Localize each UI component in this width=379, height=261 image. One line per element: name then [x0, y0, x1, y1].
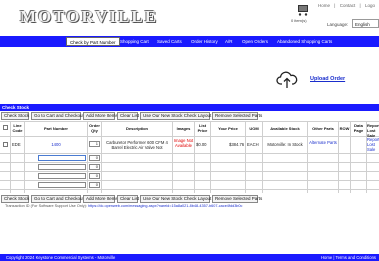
available-stock: Motorville: In Stock	[267, 142, 303, 147]
row-checkbox[interactable]	[3, 142, 8, 147]
alternate-parts-link[interactable]: Alternate Parts	[309, 140, 337, 145]
report-lost-sale-link[interactable]: Report Lost Sale	[367, 137, 379, 152]
tab-ar[interactable]: A/R	[222, 37, 236, 46]
cloud-upload-icon[interactable]	[276, 70, 298, 89]
top-links: Home | Contact | Logo	[318, 3, 375, 8]
select-all-checkbox[interactable]	[3, 125, 8, 130]
qty-input[interactable]: 0	[89, 182, 100, 188]
contact-link[interactable]: Contact	[340, 3, 356, 8]
logout-link[interactable]: Logo	[365, 3, 375, 8]
part-number-link[interactable]: 1400	[25, 142, 87, 147]
col-data-page: Data Page	[353, 123, 364, 133]
uom: EACH	[247, 142, 259, 147]
transaction-link[interactable]: https://dc.openweb.com/messaging.aspx?na…	[88, 204, 242, 208]
col-available-stock: Available Stock	[270, 126, 300, 131]
transaction-note: Transaction ID (For Software Support Use…	[5, 204, 242, 208]
cart-icon[interactable]	[297, 4, 311, 16]
col-description: Description	[125, 126, 148, 131]
remove-selected-button[interactable]: Remove Selected Parts	[212, 195, 262, 203]
tab-open-orders[interactable]: Open Orders	[239, 37, 271, 46]
col-list-price: List Price	[197, 123, 208, 133]
logo[interactable]: MOTORVILLE	[20, 6, 156, 28]
col-report-lost-sale: Report Lost Sale	[367, 123, 379, 138]
check-stock-button[interactable]: Check Stock	[1, 112, 29, 120]
col-your-price: Your Price	[218, 126, 238, 131]
col-part-number: Part Number	[43, 126, 68, 131]
home-link[interactable]: Home	[318, 3, 330, 8]
qty-input[interactable]: 0	[89, 173, 100, 179]
new-layout-button[interactable]: Use Our New Stock Check Layout	[140, 112, 211, 120]
check-stock-bar: Check Stock	[0, 104, 379, 111]
col-row: ROW	[339, 126, 350, 131]
image-not-available: Image Not Available	[173, 138, 194, 148]
tab-abandoned-carts[interactable]: Abandoned Shopping Carts	[274, 37, 335, 46]
part-number-input[interactable]	[38, 182, 86, 188]
part-number-input[interactable]	[38, 164, 86, 170]
transaction-label: Transaction ID (For Software Support Use…	[5, 204, 87, 208]
tab-check-by-part-number[interactable]: Check by Part Number	[66, 37, 120, 46]
clear-list-button[interactable]: Clear List	[117, 112, 139, 120]
stock-table: Line Code Part Number Order Qty Descript…	[0, 121, 379, 193]
description: Carburetor Performer 600 CFM 4 Barrel El…	[106, 140, 168, 150]
bottom-button-row: Check Stock Go to Cart and Checkout Add …	[0, 195, 379, 203]
col-uom: UOM	[249, 126, 259, 131]
language-select[interactable]: English	[352, 19, 379, 28]
upload-order-link[interactable]: Upload Order	[310, 76, 345, 82]
language-label: Language:	[327, 22, 349, 27]
col-images: Images	[176, 126, 191, 131]
qty-input[interactable]: 0	[89, 155, 100, 161]
your-price: $384.76	[229, 142, 245, 147]
main-nav: Check by Part Number Shopping Cart Saved…	[0, 36, 379, 47]
copyright: Copyright 2024 Keystone Commercial Syste…	[6, 255, 116, 260]
line-code: EDE	[12, 142, 21, 147]
part-number-input[interactable]	[38, 173, 86, 179]
qty-input[interactable]: 1	[89, 141, 100, 147]
clear-list-button[interactable]: Clear List	[117, 195, 139, 203]
go-to-cart-button[interactable]: Go to Cart and Checkout	[31, 112, 84, 120]
footer: Copyright 2024 Keystone Commercial Syste…	[0, 254, 379, 261]
top-button-row: Check Stock Go to Cart and Checkout Add …	[0, 112, 379, 120]
tab-saved-carts[interactable]: Saved Carts	[154, 37, 185, 46]
qty-input[interactable]: 0	[89, 164, 100, 170]
footer-links[interactable]: Home | Terms and Conditions	[321, 254, 376, 261]
add-more-items-button[interactable]: Add More Items	[83, 112, 118, 120]
add-more-items-button[interactable]: Add More Items	[83, 195, 118, 203]
header: MOTORVILLE 0 item(s) Home | Contact | Lo…	[0, 0, 379, 33]
col-line-code: Line Code	[12, 123, 23, 133]
list-price: $0.00	[196, 142, 207, 147]
tab-order-history[interactable]: Order History	[188, 37, 221, 46]
part-number-input[interactable]	[38, 155, 86, 161]
col-other-parts: Other Parts	[312, 126, 334, 131]
cart-count: 0 item(s)	[291, 18, 307, 23]
check-stock-button[interactable]: Check Stock	[1, 195, 29, 203]
new-layout-button[interactable]: Use Our New Stock Check Layout	[140, 195, 211, 203]
go-to-cart-button[interactable]: Go to Cart and Checkout	[31, 195, 84, 203]
section-title: Check Stock	[2, 105, 30, 110]
col-order-qty: Order Qty	[89, 123, 100, 133]
tab-shopping-cart[interactable]: Shopping Cart	[117, 37, 152, 46]
remove-selected-button[interactable]: Remove Selected Parts	[212, 112, 262, 120]
